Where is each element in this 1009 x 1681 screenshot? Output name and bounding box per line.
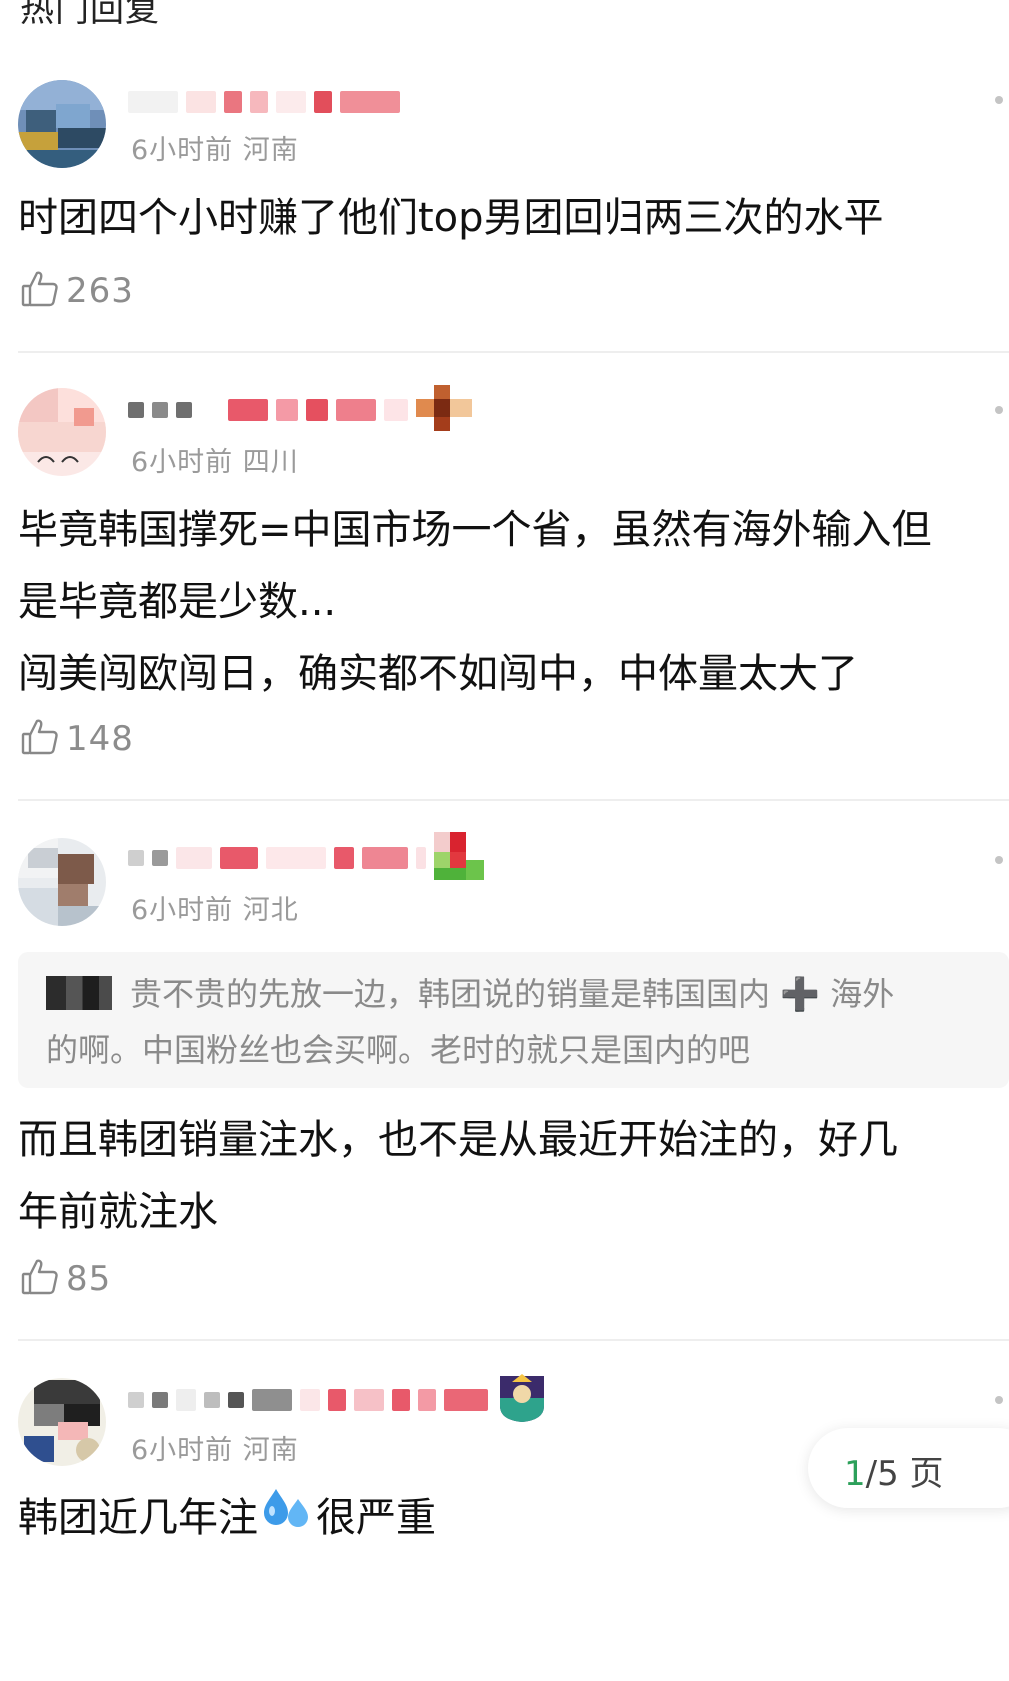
- username-masked[interactable]: [128, 385, 476, 431]
- comment-line: 而且韩团销量注水，也不是从最近开始注的，好几: [18, 1117, 898, 1163]
- comment-text: 时团四个小时赚了他们top男团回归两三次的水平: [18, 182, 1009, 254]
- divider: [18, 799, 1009, 801]
- avatar[interactable]: [18, 80, 106, 168]
- quoted-reply[interactable]: 贵不贵的先放一边，韩团说的销量是韩国国内 ➕ 海外 的啊。中国粉丝也会买啊。老时…: [18, 952, 1009, 1088]
- comment-line: 时团四个小时赚了他们top男团回归两三次的水平: [18, 195, 884, 241]
- comment-meta: 6小时前 河北: [131, 895, 299, 926]
- thumbs-up-icon: [20, 717, 60, 761]
- quoted-username-masked: [46, 976, 112, 1010]
- more-dots-icon[interactable]: [995, 856, 1003, 864]
- badge-icon: [434, 830, 486, 886]
- comment-line: 是毕竟都是少数...: [18, 579, 337, 625]
- hot-replies-page: 热门回复 6小时前 河南 时团四个小时赚了他们top男团回归两三次的水平 263…: [0, 0, 1009, 1681]
- like-button[interactable]: 85: [20, 1256, 111, 1302]
- comment-line: 年前就注水: [18, 1189, 218, 1235]
- comment-meta: 6小时前 四川: [131, 447, 299, 478]
- quoted-line: 贵不贵的先放一边，韩团说的销量是韩国国内 ➕ 海外: [46, 966, 1009, 1022]
- avatar[interactable]: [18, 838, 106, 926]
- comment-line: 毕竟韩国撑死=中国市场一个省，虽然有海外输入但: [18, 507, 932, 553]
- username-masked[interactable]: [128, 832, 486, 880]
- pagination-badge[interactable]: 1/5 页: [808, 1428, 1009, 1508]
- avatar[interactable]: [18, 1378, 106, 1466]
- more-dots-icon[interactable]: [995, 1396, 1003, 1404]
- total-pages: /5 页: [865, 1454, 944, 1494]
- like-count: 85: [66, 1259, 112, 1299]
- like-count: 148: [66, 719, 134, 759]
- section-title: 热门回复: [20, 0, 160, 30]
- like-count: 263: [66, 271, 134, 311]
- more-dots-icon[interactable]: [995, 406, 1003, 414]
- username-masked[interactable]: [128, 1374, 548, 1422]
- badge-icon: [496, 1372, 548, 1428]
- divider: [18, 1339, 1009, 1341]
- thumbs-up-icon: [20, 1257, 60, 1301]
- username-masked[interactable]: [128, 82, 400, 122]
- pagination-text: 1/5 页: [844, 1446, 944, 1495]
- current-page: 1: [844, 1454, 866, 1494]
- comment-meta: 6小时前 河南: [131, 135, 299, 166]
- comment-text: 毕竟韩国撑死=中国市场一个省，虽然有海外输入但 是毕竟都是少数... 闯美闯欧闯…: [18, 494, 1009, 710]
- divider: [18, 351, 1009, 353]
- sweat-drops-emoji: [262, 1484, 312, 1556]
- comment-text: 而且韩团销量注水，也不是从最近开始注的，好几 年前就注水: [18, 1104, 1009, 1248]
- more-dots-icon[interactable]: [995, 96, 1003, 104]
- like-button[interactable]: 263: [20, 268, 134, 314]
- comment-line: 闯美闯欧闯日，确实都不如闯中，中体量太大了: [18, 651, 858, 697]
- like-button[interactable]: 148: [20, 716, 134, 762]
- avatar[interactable]: [18, 388, 106, 476]
- comment-meta: 6小时前 河南: [131, 1435, 299, 1466]
- quoted-line: 的啊。中国粉丝也会买啊。老时的就只是国内的吧: [46, 1031, 751, 1069]
- badge-icon: [416, 383, 476, 437]
- thumbs-up-icon: [20, 269, 60, 313]
